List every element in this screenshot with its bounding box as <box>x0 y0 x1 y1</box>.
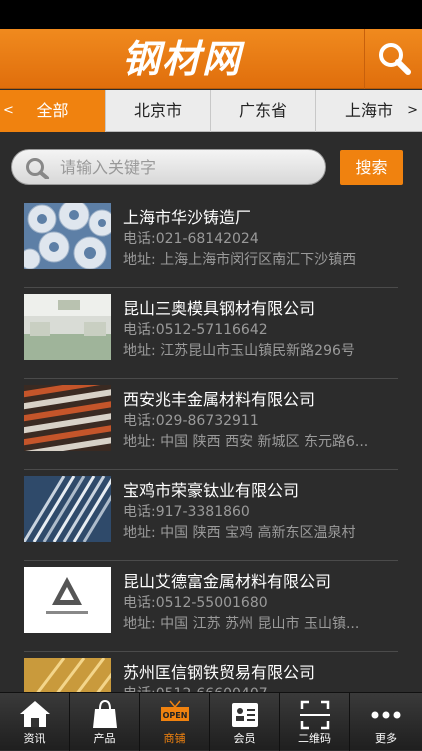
company-phone: 电话:0512-66600407 <box>123 683 268 692</box>
list-item[interactable]: 上海市华沙铸造厂 电话:021-68142024 地址: 上海上海市闵行区南汇下… <box>0 198 422 288</box>
company-thumbnail <box>24 385 111 451</box>
nav-label: 二维码 <box>298 732 331 745</box>
company-address: 地址: 中国 陕西 宝鸡 高新东区温泉村 <box>123 525 356 541</box>
nav-label: 会员 <box>233 732 256 745</box>
divider <box>24 378 398 379</box>
scroll-right-icon[interactable]: > <box>407 90 418 132</box>
company-address: 地址: 上海上海市闵行区南汇下沙镇西 <box>123 252 357 268</box>
nav-label: 商铺 <box>163 732 186 745</box>
divider <box>24 287 398 288</box>
search-icon <box>379 43 411 75</box>
status-bar <box>0 0 422 29</box>
nav-label: 更多 <box>375 732 397 745</box>
header-search-button[interactable] <box>364 29 422 89</box>
nav-products[interactable]: 产品 <box>70 693 140 751</box>
company-list: 上海市华沙铸造厂 电话:021-68142024 地址: 上海上海市闵行区南汇下… <box>0 198 422 692</box>
company-address: 地址: 中国 江苏 苏州 昆山市 玉山镇... <box>123 616 360 632</box>
divider <box>24 560 398 561</box>
company-phone: 电话:917-3381860 <box>123 504 250 520</box>
list-item[interactable]: 昆山三奥模具钢材有限公司 电话:0512-57116642 地址: 江苏昆山市玉… <box>0 289 422 379</box>
nav-news[interactable]: 资讯 <box>0 693 70 751</box>
company-phone: 电话:021-68142024 <box>123 231 259 247</box>
company-address: 地址: 中国 陕西 西安 新城区 东元路6... <box>123 434 369 450</box>
open-sign-icon: OPEN <box>161 700 189 721</box>
app-header: 钢材网 <box>0 29 422 89</box>
company-phone: 电话:029-86732911 <box>123 413 259 429</box>
company-name: 上海市华沙铸造厂 <box>123 208 252 227</box>
home-icon <box>20 701 50 727</box>
list-item[interactable]: 昆山艾德富金属材料有限公司 电话:0512-55001680 地址: 中国 江苏… <box>0 562 422 652</box>
company-thumbnail <box>24 567 111 633</box>
scroll-left-icon[interactable]: < <box>3 90 14 132</box>
bag-icon <box>93 699 117 728</box>
qr-scan-icon <box>300 700 330 730</box>
search-button[interactable]: 搜索 <box>340 150 403 185</box>
company-thumbnail <box>24 294 111 360</box>
company-thumbnail <box>24 203 111 269</box>
tab-beijing[interactable]: 北京市 <box>106 90 211 132</box>
list-item[interactable]: 苏州匡信钢铁贸易有限公司 电话:0512-66600407 <box>0 653 422 692</box>
list-item[interactable]: 宝鸡市荣豪钛业有限公司 电话:917-3381860 地址: 中国 陕西 宝鸡 … <box>0 471 422 561</box>
nav-more[interactable]: 更多 <box>350 693 422 751</box>
more-dots-icon <box>371 711 401 719</box>
company-name: 西安兆丰金属材料有限公司 <box>123 390 316 409</box>
company-thumbnail <box>24 476 111 542</box>
company-address: 地址: 江苏昆山市玉山镇民新路296号 <box>123 343 355 359</box>
company-name: 苏州匡信钢铁贸易有限公司 <box>123 663 316 682</box>
company-phone: 电话:0512-57116642 <box>123 322 268 338</box>
company-thumbnail <box>24 658 111 692</box>
nav-shops[interactable]: OPEN 商铺 <box>140 693 210 751</box>
search-row: 请输入关键字 搜索 <box>0 132 422 198</box>
company-name: 昆山三奥模具钢材有限公司 <box>123 299 316 318</box>
member-card-icon <box>232 703 258 727</box>
divider <box>24 651 398 652</box>
search-placeholder: 请输入关键字 <box>60 158 157 177</box>
company-name: 宝鸡市荣豪钛业有限公司 <box>123 481 300 500</box>
tab-all[interactable]: 全部 <box>0 90 106 132</box>
list-item[interactable]: 西安兆丰金属材料有限公司 电话:029-86732911 地址: 中国 陕西 西… <box>0 380 422 470</box>
bottom-nav: 资讯 产品 OPEN 商铺 会员 二维码 更多 <box>0 692 422 751</box>
app-title: 钢材网 <box>121 36 242 81</box>
tab-shanghai[interactable]: 上海市 <box>316 90 422 132</box>
search-input[interactable]: 请输入关键字 <box>11 149 326 185</box>
divider <box>24 469 398 470</box>
nav-label: 产品 <box>93 732 116 745</box>
nav-qrcode[interactable]: 二维码 <box>280 693 350 751</box>
nav-members[interactable]: 会员 <box>210 693 280 751</box>
region-tabs: 全部 北京市 广东省 上海市 < > <box>0 90 422 132</box>
tab-guangdong[interactable]: 广东省 <box>211 90 316 132</box>
company-name: 昆山艾德富金属材料有限公司 <box>123 572 332 591</box>
search-icon <box>26 158 49 179</box>
svg-text:OPEN: OPEN <box>163 711 188 720</box>
company-phone: 电话:0512-55001680 <box>123 595 268 611</box>
nav-label: 资讯 <box>23 732 46 745</box>
